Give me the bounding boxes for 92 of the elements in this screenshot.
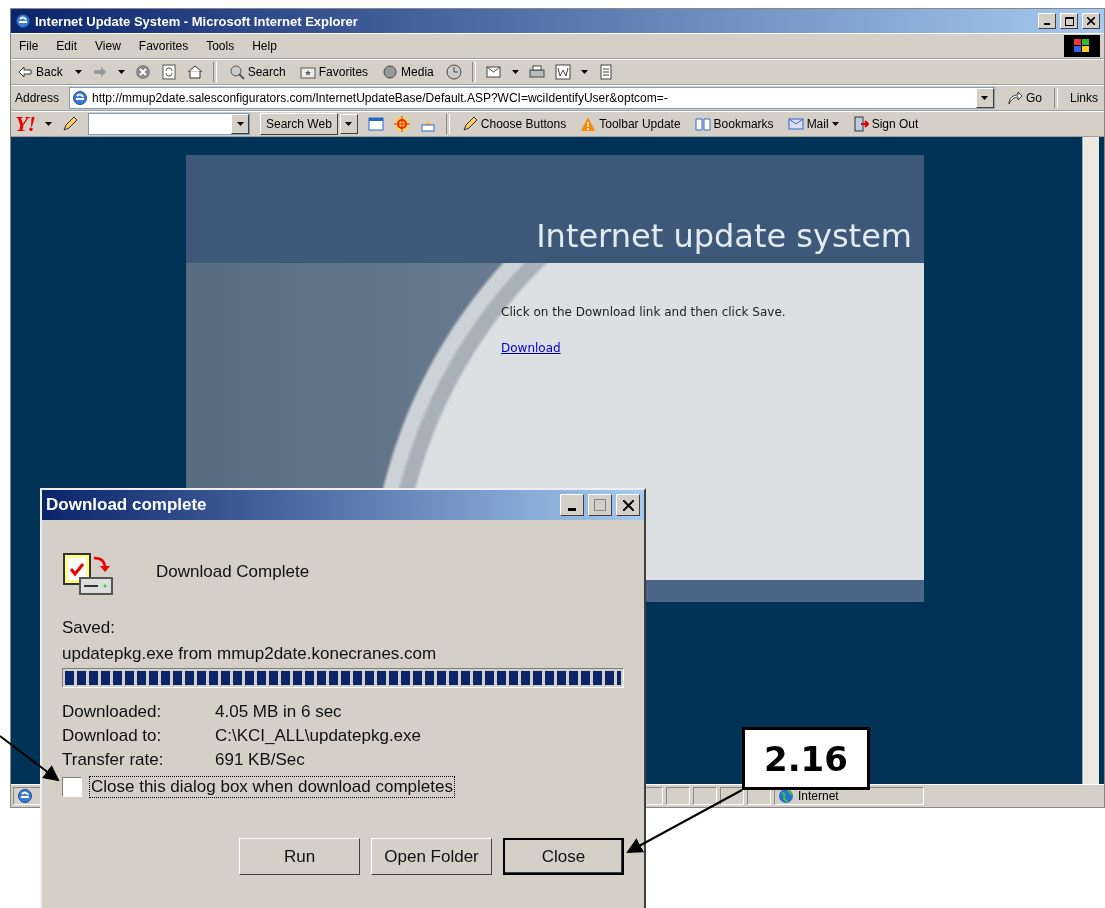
menu-item[interactable]: File bbox=[15, 39, 43, 53]
toolbar-button[interactable]: Choose Buttons bbox=[459, 116, 569, 132]
menu-item[interactable]: View bbox=[91, 39, 125, 53]
detail-value: 4.05 MB in 6 sec bbox=[215, 702, 343, 722]
detail-label: Transfer rate: bbox=[62, 750, 165, 770]
go-button[interactable]: Go bbox=[1004, 90, 1044, 106]
maximize-icon bbox=[1064, 16, 1074, 26]
mail-icon bbox=[485, 64, 502, 80]
search-icon bbox=[228, 64, 245, 80]
dialog-button[interactable]: Run bbox=[239, 838, 360, 875]
minimize-button[interactable] bbox=[1038, 13, 1056, 29]
minimize-icon bbox=[1044, 23, 1050, 25]
pencil-icon bbox=[461, 116, 478, 132]
history-icon bbox=[445, 64, 462, 80]
printer-icon bbox=[528, 64, 545, 80]
caret-icon bbox=[74, 70, 82, 74]
close-button[interactable] bbox=[1082, 13, 1100, 29]
close-button[interactable] bbox=[616, 494, 640, 516]
document-icon bbox=[554, 64, 571, 80]
menu-item[interactable]: Edit bbox=[52, 39, 82, 53]
dialog-title: Download complete bbox=[46, 495, 208, 515]
checkbox-label[interactable]: Close this dialog box when download completes bbox=[89, 776, 455, 798]
go-arrow-icon bbox=[1006, 90, 1023, 106]
page-icon bbox=[72, 90, 89, 106]
minimize-icon bbox=[568, 507, 576, 511]
target-icon bbox=[393, 116, 410, 132]
caret-icon bbox=[45, 122, 52, 126]
checkbox[interactable] bbox=[62, 777, 82, 797]
close-icon bbox=[1087, 17, 1095, 25]
detail-label: Downloaded: bbox=[62, 702, 163, 722]
dropdown-button[interactable] bbox=[975, 88, 994, 108]
dialog-heading: Download Complete bbox=[156, 562, 310, 582]
exit-door-icon bbox=[852, 116, 869, 132]
annotation-arrow bbox=[0, 735, 60, 782]
toolbar-button[interactable]: Mail bbox=[785, 116, 841, 132]
window-title: Internet Update System - Microsoft Internet Explorer bbox=[35, 13, 359, 29]
dialog-button[interactable]: Close bbox=[503, 838, 624, 875]
warning-icon bbox=[580, 116, 597, 132]
back-button[interactable]: Back bbox=[15, 64, 65, 80]
dropdown-button[interactable] bbox=[231, 114, 249, 134]
links-button[interactable]: Links bbox=[1068, 91, 1100, 105]
maximize-icon bbox=[594, 499, 606, 511]
caret-icon bbox=[117, 70, 125, 74]
dialog-button[interactable]: Open Folder bbox=[371, 838, 492, 875]
search-field[interactable] bbox=[88, 113, 250, 135]
saved-label: Saved: bbox=[62, 618, 116, 638]
search-web-button[interactable]: Search Web bbox=[260, 113, 338, 135]
media-button[interactable]: Media bbox=[380, 64, 436, 80]
caret-icon bbox=[981, 96, 989, 100]
status-panel bbox=[693, 787, 717, 805]
maximize-button[interactable] bbox=[588, 494, 612, 516]
refresh-icon bbox=[160, 64, 177, 80]
caret-icon bbox=[511, 70, 519, 74]
menu-item[interactable]: Tools bbox=[202, 39, 239, 53]
toolbar-button[interactable]: Bookmarks bbox=[692, 116, 776, 132]
detail-value: 691 KB/Sec bbox=[215, 750, 306, 770]
saved-file-text: updatepkg.exe from mmup2date.konecranes.com bbox=[62, 644, 438, 664]
detail-label: Download to: bbox=[62, 726, 163, 746]
home-icon bbox=[186, 64, 203, 80]
forward-arrow-icon bbox=[91, 64, 108, 80]
address-field[interactable]: http://mmup2date.salesconfigurators.com/InternetUpdateBase/Default.ASP?WCI=wciIdentifyUser&optcom=- bbox=[69, 87, 995, 109]
search-button[interactable]: Search bbox=[226, 64, 288, 80]
favorites-button[interactable]: Favorites bbox=[297, 64, 371, 80]
notes-icon bbox=[597, 64, 614, 80]
scrollbar[interactable] bbox=[1082, 137, 1099, 784]
close-icon bbox=[622, 499, 634, 511]
browser-icon bbox=[15, 13, 31, 29]
dropdown-button[interactable] bbox=[339, 114, 358, 134]
callout-label: 2.16 bbox=[742, 727, 870, 790]
pencil-icon bbox=[62, 116, 78, 132]
book-icon bbox=[694, 116, 711, 132]
caret-icon bbox=[345, 122, 353, 126]
status-panel bbox=[666, 787, 690, 805]
banner-title: Internet update system bbox=[536, 217, 912, 255]
windows-flag-icon bbox=[1064, 35, 1100, 57]
instruction-text: Click on the Download link and then click Save. bbox=[501, 305, 786, 319]
page-icon bbox=[17, 788, 33, 804]
caret-icon bbox=[236, 122, 244, 126]
stop-icon bbox=[134, 64, 151, 80]
download-link[interactable]: Download bbox=[501, 341, 561, 355]
menu-item[interactable]: Favorites bbox=[134, 39, 193, 53]
envelope-icon bbox=[787, 116, 804, 132]
address-label: Address bbox=[15, 91, 60, 105]
toolbar-button[interactable]: Toolbar Update bbox=[578, 116, 683, 132]
maximize-button[interactable] bbox=[1060, 13, 1078, 29]
caret-icon bbox=[580, 70, 588, 74]
detail-value: C:\KCI_ALL\updatepkg.exe bbox=[215, 726, 423, 746]
toolbar-button[interactable]: Sign Out bbox=[850, 116, 921, 132]
minimize-button[interactable] bbox=[560, 494, 584, 516]
caret-icon bbox=[831, 122, 839, 126]
back-arrow-icon bbox=[17, 64, 33, 80]
menu-item[interactable]: Help bbox=[248, 39, 281, 53]
